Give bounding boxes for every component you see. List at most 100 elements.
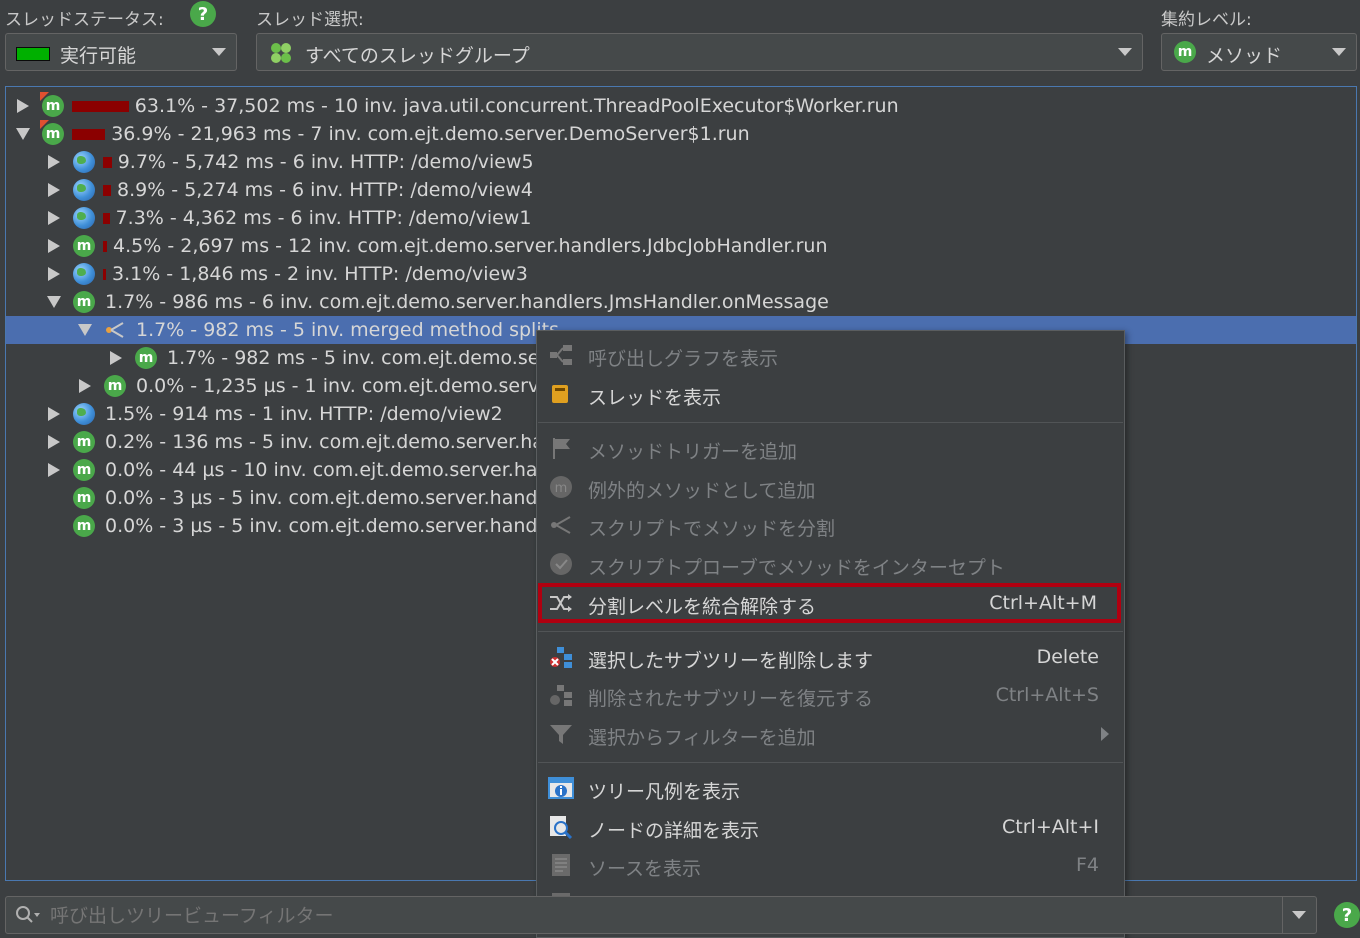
menu-item-label: スクリプトプローブでメソッドをインターセプト	[588, 556, 1005, 579]
tree-row[interactable]: m 63.1% - 37,502 ms - 10 inv. java.util.c…	[6, 92, 1356, 120]
expand-arrow-icon[interactable]	[47, 435, 61, 449]
menu-item-shortcut: Ctrl+Alt+M	[989, 592, 1097, 614]
menu-item-label: 分割レベルを統合解除する	[588, 596, 817, 618]
tree-row[interactable]: m 1.7% - 986 ms - 6 inv. com.ejt.demo.ser…	[6, 288, 1356, 316]
menu-item-label: メソッドトリガーを追加	[588, 441, 798, 463]
tree-row[interactable]: 7.3% - 4,362 ms - 6 inv. HTTP: /demo/vie…	[6, 204, 1356, 232]
menu-item[interactable]: ソースを表示 F4	[538, 847, 1123, 883]
unmerge-icon	[548, 591, 574, 615]
menu-item[interactable]: スクリプトでメソッドを分割	[538, 507, 1123, 543]
globe-icon	[73, 151, 95, 173]
tree-row-label: 0.0% - 3 µs - 5 inv. com.ejt.demo.server…	[105, 487, 555, 509]
tree-row-label: 3.1% - 1,846 ms - 2 inv. HTTP: /demo/vie…	[112, 263, 528, 285]
globe-icon	[73, 403, 95, 425]
menu-item[interactable]: 分割レベルを統合解除する Ctrl+Alt+M	[538, 583, 1121, 623]
aggregation-level-dropdown[interactable]: m メソッド	[1161, 33, 1357, 71]
method-icon: m	[135, 347, 157, 369]
expand-arrow-icon[interactable]	[47, 407, 61, 421]
tree-row-content: 0.0% - 1,235 µs - 1 inv. com.ejt.demo.se…	[130, 375, 551, 397]
menu-item[interactable]: m 例外的メソッドとして追加	[538, 469, 1123, 505]
tree-row-label: 1.7% - 986 ms - 6 inv. com.ejt.demo.serv…	[105, 291, 829, 313]
expand-arrow-icon[interactable]	[47, 267, 61, 281]
submenu-chevron-icon	[1101, 726, 1109, 741]
expand-arrow-icon[interactable]	[109, 351, 123, 365]
call-tree-filter-field[interactable]	[5, 896, 1317, 934]
menu-item-label: ソースを表示	[588, 858, 702, 880]
globe-glyph	[73, 151, 95, 173]
menu-item[interactable]: スレッドを表示	[538, 376, 1123, 412]
context-menu: 呼び出しグラフを表示スレッドを表示メソッドトリガーを追加 m 例外的メソッドとして追…	[536, 330, 1125, 938]
time-percentage-bar	[72, 128, 106, 140]
tree-row-content: 4.5% - 2,697 ms - 12 inv. com.ejt.demo.s…	[99, 235, 828, 257]
menu-item[interactable]: 削除されたサブツリーを復元する Ctrl+Alt+S	[538, 677, 1123, 713]
method-icon: m	[73, 431, 95, 453]
menu-separator	[538, 630, 1123, 632]
search-icon	[14, 904, 42, 926]
menu-item-label: ノードの詳細を表示	[588, 819, 760, 842]
menu-item-label: スレッドを表示	[588, 386, 722, 409]
time-percentage-bar	[103, 156, 112, 168]
tree-row-label: 0.2% - 136 ms - 5 inv. com.ejt.demo.serv…	[105, 431, 552, 453]
filter-help-icon[interactable]: ?	[1334, 902, 1360, 928]
thread-status-help-icon[interactable]: ?	[190, 1, 216, 27]
remove-subtree-icon	[548, 645, 574, 669]
method-glyph: m	[73, 515, 95, 537]
info-icon	[548, 776, 574, 800]
expand-arrow-icon[interactable]	[47, 155, 61, 169]
menu-item[interactable]: 選択したサブツリーを削除します Delete	[538, 639, 1123, 675]
tree-row[interactable]: m 36.9% - 21,963 ms - 7 inv. com.ejt.demo…	[6, 120, 1356, 148]
split-script-icon	[548, 513, 574, 537]
tree-row[interactable]: 9.7% - 5,742 ms - 6 inv. HTTP: /demo/vie…	[6, 148, 1356, 176]
globe-icon	[73, 179, 95, 201]
thread-group-value: すべてのスレッドグループ	[305, 45, 530, 67]
thread-status-dropdown[interactable]: 実行可能	[5, 33, 237, 71]
method-icon: m	[40, 92, 64, 117]
tree-row-content: 1.5% - 914 ms - 1 inv. HTTP: /demo/view2	[99, 403, 503, 425]
globe-glyph	[73, 207, 95, 229]
filter-history-chevron-icon[interactable]	[1292, 911, 1306, 919]
collapse-arrow-icon[interactable]	[78, 323, 92, 337]
menu-item[interactable]: ツリー凡例を表示	[538, 770, 1123, 806]
chevron-down-icon	[1332, 48, 1346, 56]
menu-item[interactable]: 選択からフィルターを追加	[538, 716, 1123, 752]
probe-icon	[548, 552, 574, 576]
time-percentage-bar	[103, 184, 111, 196]
menu-item[interactable]: メソッドトリガーを追加	[538, 430, 1123, 466]
method-glyph: m	[73, 459, 95, 481]
expand-arrow-icon[interactable]	[47, 183, 61, 197]
expand-arrow-icon[interactable]	[47, 239, 61, 253]
tree-row-content: 9.7% - 5,742 ms - 6 inv. HTTP: /demo/vie…	[99, 151, 534, 173]
menu-item-shortcut: F4	[1075, 854, 1099, 876]
tree-row-content: 63.1% - 37,502 ms - 10 inv. java.util.co…	[68, 95, 899, 117]
tree-row-content: 1.7% - 982 ms - 5 inv. merged method spl…	[130, 319, 559, 341]
menu-item[interactable]: スクリプトプローブでメソッドをインターセプト	[538, 546, 1123, 582]
aggregation-level-value: メソッド	[1206, 45, 1283, 67]
tree-row[interactable]: m 4.5% - 2,697 ms - 12 inv. com.ejt.demo.…	[6, 232, 1356, 260]
chevron-down-icon	[212, 48, 226, 56]
method-glyph: m	[73, 431, 95, 453]
thread-group-dropdown[interactable]: すべてのスレッドグループ	[256, 33, 1143, 71]
menu-item[interactable]: ノードの詳細を表示 Ctrl+Alt+I	[538, 809, 1123, 845]
method-glyph: m	[104, 375, 126, 397]
tree-row-label: 7.3% - 4,362 ms - 6 inv. HTTP: /demo/vie…	[115, 207, 532, 229]
tree-row[interactable]: 8.9% - 5,274 ms - 6 inv. HTTP: /demo/vie…	[6, 176, 1356, 204]
tree-row-label: 0.0% - 3 µs - 5 inv. com.ejt.demo.server…	[105, 515, 555, 537]
aggregation-level-label: 集約レベル:	[1161, 10, 1252, 30]
dropdown-divider	[1282, 897, 1283, 933]
hotspot-flag-icon	[40, 120, 49, 129]
menu-item-label: 選択からフィルターを追加	[588, 726, 816, 749]
tree-row-content: 0.0% - 3 µs - 5 inv. com.ejt.demo.server…	[99, 515, 554, 537]
thread-icon	[548, 382, 574, 406]
method-glyph: m	[73, 235, 95, 257]
expand-arrow-icon[interactable]	[78, 379, 92, 393]
thread-status-value: 実行可能	[60, 45, 137, 67]
expand-arrow-icon[interactable]	[47, 211, 61, 225]
collapse-arrow-icon[interactable]	[16, 127, 30, 141]
filter-input[interactable]	[48, 901, 532, 931]
collapse-arrow-icon[interactable]	[47, 295, 61, 309]
tree-row-label: 0.0% - 44 µs - 10 inv. com.ejt.demo.serv…	[105, 459, 550, 481]
menu-item[interactable]: 呼び出しグラフを表示	[538, 337, 1123, 373]
expand-arrow-icon[interactable]	[47, 463, 61, 477]
expand-arrow-icon[interactable]	[16, 99, 30, 113]
tree-row[interactable]: 3.1% - 1,846 ms - 2 inv. HTTP: /demo/vie…	[6, 260, 1356, 288]
